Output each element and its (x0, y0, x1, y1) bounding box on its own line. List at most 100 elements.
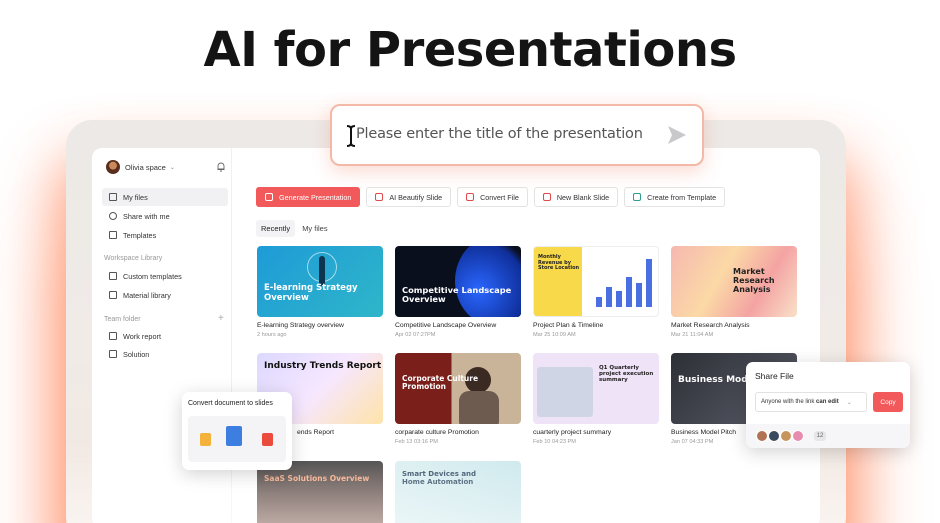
sidebar-item-label: Work report (123, 331, 161, 341)
sidebar-item-custom-templates[interactable]: Custom templates (102, 267, 228, 285)
thumbnail-title: Market Research Analysis (733, 267, 775, 294)
share-permission-select[interactable]: Anyone with the link can edit ⌄ (755, 392, 867, 412)
sidebar-item-share-with-me[interactable]: Share with me (102, 207, 228, 225)
file-title: Project Plan & Timeline (533, 322, 604, 329)
button-label: New Blank Slide (556, 192, 610, 202)
file-timestamp: Mar 25 10:09 AM (533, 332, 576, 338)
convert-file-button[interactable]: Convert File (457, 187, 528, 207)
sidebar-item-label: My files (123, 192, 148, 202)
sidebar-item-label: Templates (123, 230, 157, 240)
slide-icon (542, 193, 551, 201)
popup-title: Share File (755, 371, 794, 381)
file-timestamp: Feb 13 03:16 PM (395, 439, 438, 445)
chevron-down-icon: ⌄ (846, 399, 852, 406)
sidebar-item-label: Custom templates (123, 271, 182, 281)
folder-icon (109, 332, 117, 340)
file-card[interactable]: Smart Devices and Home Automation (395, 461, 521, 523)
file-thumbnail: Q1 Quarterly project execution summary (533, 353, 659, 424)
sidebar-item-label: Solution (123, 349, 150, 359)
thumbnail-title: SaaS Solutions Overview (264, 474, 370, 483)
file-title: corparate culture Promotion (395, 429, 479, 436)
file-card[interactable]: Corporate Culture Promotion corparate cu… (395, 353, 521, 445)
thumbnail-title: Smart Devices and Home Automation (402, 470, 477, 486)
file-icon (109, 193, 117, 201)
new-blank-slide-button[interactable]: New Blank Slide (533, 187, 619, 207)
avatar (780, 430, 792, 442)
file-card[interactable]: Monthly Revenue by Store Location Projec… (533, 246, 659, 338)
hero-title: AI for Presentations (203, 22, 737, 78)
action-toolbar: Generate Presentation AI Beautify Slide … (256, 187, 726, 207)
upload-icon (466, 193, 475, 201)
file-thumbnail: Monthly Revenue by Store Location (533, 246, 659, 317)
team-folder-heading: Team folder (104, 316, 141, 323)
file-card[interactable]: Competitive Landscape Overview Competiti… (395, 246, 521, 338)
popup-title: Convert document to slides (188, 400, 273, 407)
pdf-file-icon (262, 433, 273, 446)
avatar (106, 160, 120, 174)
ppt-file-icon (200, 433, 211, 446)
send-icon[interactable] (666, 124, 688, 146)
convert-dropzone[interactable] (188, 416, 286, 462)
file-thumbnail: Smart Devices and Home Automation (395, 461, 521, 523)
file-thumbnail: E-learning Strategy Overview (257, 246, 383, 317)
file-title: E-learning Strategy overview (257, 322, 344, 329)
create-from-template-button[interactable]: Create from Template (624, 187, 726, 207)
button-label: Generate Presentation (279, 192, 352, 202)
file-timestamp: Apr 02 07:27PM (395, 332, 436, 338)
copy-button[interactable]: Copy (873, 392, 903, 412)
sidebar-item-my-files[interactable]: My files (102, 188, 228, 206)
thumbnail-title: Corporate Culture Promotion (402, 374, 479, 392)
space-name: Olivia space (125, 162, 166, 172)
avatar (768, 430, 780, 442)
button-label: AI Beautify Slide (389, 192, 443, 202)
button-label: Create from Template (647, 192, 717, 202)
file-thumbnail: Competitive Landscape Overview (395, 246, 521, 317)
avatar (756, 430, 768, 442)
avatar (792, 430, 804, 442)
sidebar-item-solution[interactable]: Solution (102, 345, 228, 363)
file-thumbnail: Market Research Analysis (671, 246, 797, 317)
magic-icon (375, 193, 384, 201)
sidebar-item-label: Material library (123, 290, 171, 300)
file-timestamp: Mar 21 11:04 AM (671, 332, 714, 338)
sidebar-item-material-library[interactable]: Material library (102, 286, 228, 304)
sparkle-icon (265, 193, 273, 201)
page: AI for Presentations Olivia space ⌄ My f… (0, 0, 940, 523)
thumbnail-title: Monthly Revenue by Store Location (538, 254, 580, 272)
tab-my-files[interactable]: My files (297, 220, 332, 237)
file-card[interactable]: E-learning Strategy Overview E-learning … (257, 246, 383, 338)
title-input[interactable]: Please enter the title of the presentati… (356, 126, 643, 142)
image-icon (109, 291, 117, 299)
thumbnail-title: Q1 Quarterly project execution summary (599, 365, 654, 384)
sidebar-item-label: Share with me (123, 211, 170, 221)
thumbnail-title: Competitive Landscape Overview (402, 285, 512, 305)
thumbnail-title: Industry Trends Report (264, 361, 382, 371)
space-switcher[interactable]: Olivia space ⌄ (106, 158, 226, 176)
share-icon (109, 212, 117, 220)
file-card[interactable]: Market Research Analysis Market Research… (671, 246, 797, 338)
folder-icon (109, 350, 117, 358)
file-card[interactable]: Q1 Quarterly project execution summary c… (533, 353, 659, 445)
sidebar-item-templates[interactable]: Templates (102, 226, 228, 244)
share-option: Anyone with the link (761, 399, 815, 405)
file-tabs: Recently My files (256, 220, 333, 237)
convert-document-popup: Convert document to slides (182, 392, 292, 470)
sidebar-item-work-report[interactable]: Work report (102, 327, 228, 345)
template-icon (109, 272, 117, 280)
share-count-badge: 12 (814, 431, 826, 441)
file-thumbnail: Corporate Culture Promotion (395, 353, 521, 424)
file-thumbnail: SaaS Solutions Overview (257, 461, 383, 523)
tab-recently[interactable]: Recently (256, 220, 296, 237)
word-file-icon (226, 426, 242, 446)
file-timestamp: Feb 10 04:23 PM (533, 439, 576, 445)
file-timestamp: 2 hours ago (257, 332, 287, 338)
workspace-library-heading: Workspace Library (104, 255, 163, 262)
generate-presentation-button[interactable]: Generate Presentation (256, 187, 361, 207)
plus-icon[interactable]: + (218, 313, 224, 324)
share-permission: can edit (816, 399, 839, 405)
presentation-title-prompt[interactable]: Please enter the title of the presentati… (330, 104, 704, 166)
bell-icon[interactable] (216, 162, 226, 172)
shared-users: 12 (746, 424, 910, 448)
file-card[interactable]: SaaS Solutions Overview (257, 461, 383, 523)
ai-beautify-button[interactable]: AI Beautify Slide (366, 187, 452, 207)
